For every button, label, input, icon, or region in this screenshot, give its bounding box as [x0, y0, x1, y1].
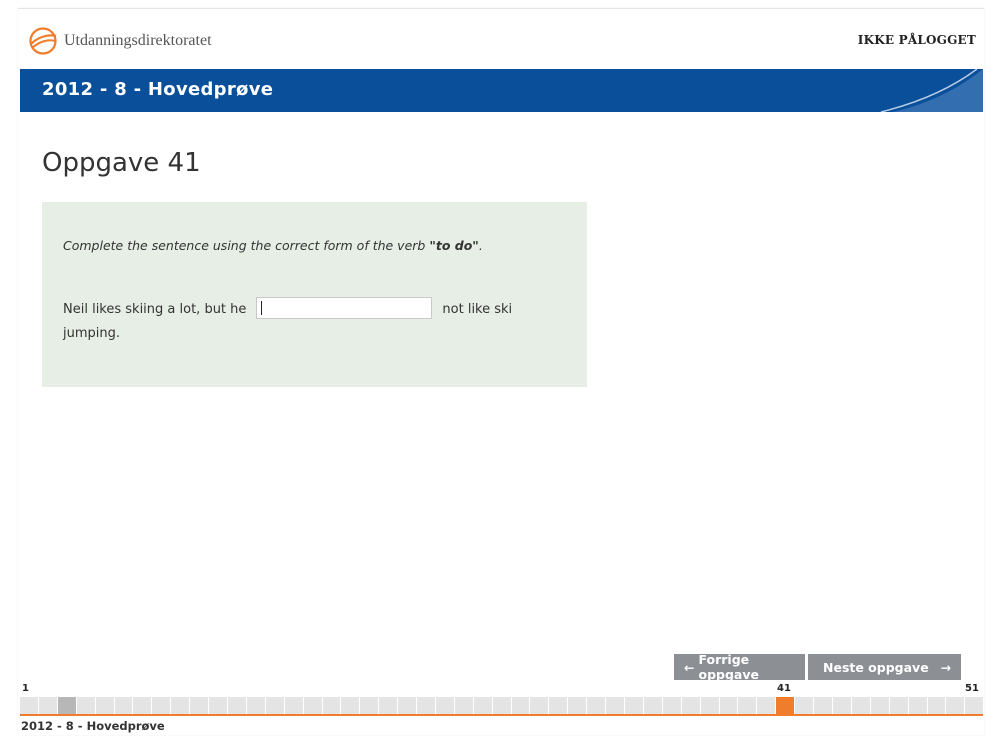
- progress-segment[interactable]: [435, 697, 454, 714]
- progress-segment[interactable]: [568, 697, 587, 714]
- progress-segment[interactable]: [76, 697, 95, 714]
- arrow-left-icon: ←: [684, 659, 695, 675]
- question-box: Complete the sentence using the correct …: [42, 202, 587, 387]
- progress-segment[interactable]: [133, 697, 152, 714]
- progress-segment[interactable]: [738, 697, 757, 714]
- progress-last-number: 51: [965, 683, 979, 694]
- instruction-end: .: [478, 238, 483, 253]
- progress-segment[interactable]: [549, 697, 568, 714]
- progress-segment[interactable]: [454, 697, 473, 714]
- question-progress-bar: [20, 697, 984, 714]
- progress-segment[interactable]: [284, 697, 303, 714]
- progress-segment[interactable]: [379, 697, 398, 714]
- progress-segment[interactable]: [227, 697, 246, 714]
- test-title-bar: 2012 - 8 - Hovedprøve: [20, 69, 983, 112]
- progress-segment[interactable]: [530, 697, 549, 714]
- progress-segment[interactable]: [190, 697, 209, 714]
- progress-segment[interactable]: [908, 697, 927, 714]
- progress-segment[interactable]: [851, 697, 870, 714]
- instruction-text: Complete the sentence using the correct …: [63, 238, 430, 253]
- progress-segment[interactable]: [700, 697, 719, 714]
- progress-segment[interactable]: [303, 697, 322, 714]
- progress-first-number: 1: [22, 683, 29, 694]
- progress-segment[interactable]: [662, 697, 681, 714]
- progress-segment[interactable]: [360, 697, 379, 714]
- progress-segment[interactable]: [171, 697, 190, 714]
- next-question-button[interactable]: Neste oppgave →: [808, 654, 961, 680]
- answer-input[interactable]: [256, 296, 433, 319]
- logo[interactable]: Utdanningsdirektoratet: [28, 26, 212, 56]
- progress-segment[interactable]: [114, 697, 133, 714]
- progress-segment[interactable]: [95, 697, 114, 714]
- progress-segment[interactable]: [606, 697, 624, 714]
- progress-segment[interactable]: [492, 697, 511, 714]
- progress-underline: [20, 714, 983, 716]
- question-title: Oppgave 41: [42, 148, 201, 178]
- previous-question-button[interactable]: ← Forrige oppgave: [674, 652, 805, 682]
- progress-segment[interactable]: [965, 697, 984, 714]
- progress-segment[interactable]: [870, 697, 889, 714]
- question-sentence: Neil likes skiing a lot, but he not like …: [63, 296, 563, 346]
- progress-segment[interactable]: [814, 697, 832, 714]
- question-navigation: ← Forrige oppgave Neste oppgave →: [674, 652, 961, 682]
- progress-segment[interactable]: [795, 697, 814, 714]
- udir-logo-icon: [28, 26, 58, 56]
- progress-segment[interactable]: [152, 697, 171, 714]
- progress-segment-current[interactable]: [776, 697, 795, 714]
- progress-current-number: 41: [777, 683, 791, 694]
- progress-segment[interactable]: [927, 697, 946, 714]
- progress-segment[interactable]: [398, 697, 417, 714]
- progress-segment[interactable]: [889, 697, 908, 714]
- progress-segment[interactable]: [341, 697, 360, 714]
- sentence-before: Neil likes skiing a lot, but he: [63, 302, 247, 317]
- progress-segment[interactable]: [946, 697, 965, 714]
- progress-segment[interactable]: [417, 697, 435, 714]
- question-instruction: Complete the sentence using the correct …: [63, 238, 483, 253]
- arrow-right-icon: →: [940, 659, 951, 675]
- progress-segment[interactable]: [209, 697, 227, 714]
- progress-segment[interactable]: [757, 697, 776, 714]
- progress-segment[interactable]: [643, 697, 662, 714]
- org-name: Utdanningsdirektoratet: [64, 32, 212, 49]
- progress-segment[interactable]: [38, 697, 57, 714]
- progress-segment[interactable]: [681, 697, 700, 714]
- previous-question-label: Forrige oppgave: [698, 652, 759, 682]
- titlebar-swoosh-decoration: [880, 69, 983, 112]
- progress-segment[interactable]: [246, 697, 265, 714]
- progress-segment[interactable]: [322, 697, 341, 714]
- footer-test-title: 2012 - 8 - Hovedprøve: [21, 719, 165, 733]
- progress-segment[interactable]: [20, 697, 38, 714]
- progress-segment[interactable]: [511, 697, 530, 714]
- progress-segment[interactable]: [473, 697, 492, 714]
- progress-segment[interactable]: [587, 697, 606, 714]
- next-question-label: Neste oppgave: [823, 659, 929, 675]
- progress-segment[interactable]: [265, 697, 284, 714]
- progress-segment[interactable]: [832, 697, 851, 714]
- progress-segment[interactable]: [719, 697, 738, 714]
- test-title: 2012 - 8 - Hovedprøve: [42, 79, 274, 100]
- login-status[interactable]: IKKE PÅLOGGET: [858, 33, 976, 47]
- instruction-verb: "to do": [429, 238, 479, 253]
- progress-segment[interactable]: [625, 697, 643, 714]
- progress-segment[interactable]: [57, 697, 76, 714]
- text-caret: [261, 300, 263, 315]
